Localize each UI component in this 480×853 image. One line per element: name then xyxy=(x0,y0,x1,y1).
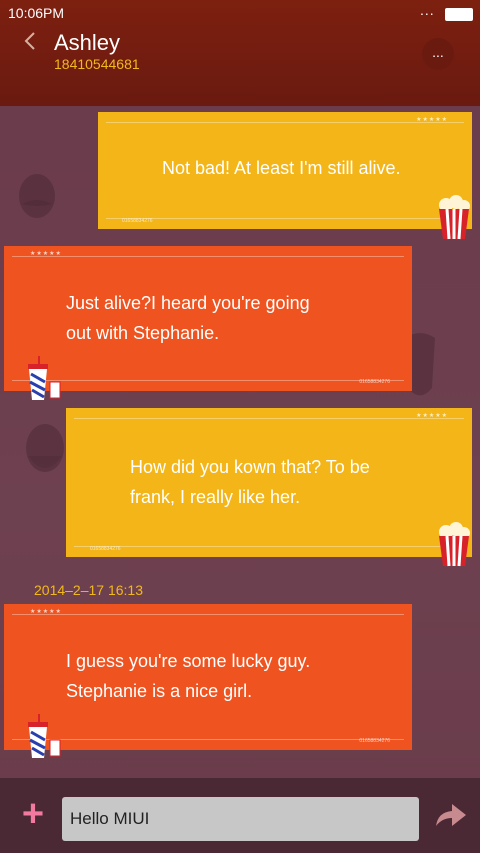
popcorn-icon xyxy=(439,522,470,567)
message-bubble-1[interactable]: ★★★★★ Not bad! At least I'm still alive.… xyxy=(98,112,472,229)
ticket-serial: 01658834276 xyxy=(122,218,153,224)
more-icon[interactable]: ... xyxy=(422,38,454,70)
ticket-stars: ★★★★★ xyxy=(30,609,62,615)
ticket-serial: 01658834276 xyxy=(359,738,390,744)
contact-name: Ashley xyxy=(54,30,121,55)
message-text-line-1: Not bad! At least I'm still alive. xyxy=(162,158,401,178)
mustache-face-deco-icon xyxy=(19,174,55,218)
ticket-stars: ★★★★★ xyxy=(416,117,448,123)
battery-icon xyxy=(445,8,473,21)
popcorn-icon xyxy=(439,195,470,240)
send-arrow-icon[interactable] xyxy=(434,802,468,830)
message-text-line-1: Just alive?I heard you're going xyxy=(66,293,310,313)
message-timestamp: 2014–2–17 16:13 xyxy=(34,582,143,598)
message-text-line-1: How did you kown that? To be xyxy=(130,457,370,477)
message-text-line-2: out with Stephanie. xyxy=(66,323,220,343)
back-arrow-icon[interactable] xyxy=(20,30,42,52)
ticket-serial: 01658834276 xyxy=(90,546,121,552)
contact-phone: 18410544681 xyxy=(54,56,140,72)
ticket-stars: ★★★★★ xyxy=(416,413,448,419)
message-text-line-2: frank, I really like her. xyxy=(130,487,301,507)
plus-icon[interactable]: + xyxy=(18,795,48,833)
ticket-stars: ★★★★★ xyxy=(30,251,62,257)
beard-face-deco-icon xyxy=(26,424,64,472)
message-input[interactable] xyxy=(62,797,419,841)
soda-cup-icon xyxy=(28,356,61,400)
message-bubble-2[interactable]: ★★★★★ Just alive?I heard you're going ou… xyxy=(4,246,412,391)
ticket-serial: 01658834276 xyxy=(359,379,390,385)
status-time: 10:06PM xyxy=(8,5,65,21)
soda-cup-icon xyxy=(28,714,61,758)
message-text-line-2: Stephanie is a nice girl. xyxy=(66,681,253,701)
message-bubble-3[interactable]: ★★★★★ How did you kown that? To be frank… xyxy=(66,408,472,557)
message-text-line-1: I guess you're some lucky guy. xyxy=(66,651,311,671)
status-bar: 10:06PM ... xyxy=(0,0,480,26)
message-bubble-4[interactable]: ★★★★★ I guess you're some lucky guy. Ste… xyxy=(4,604,412,750)
signal-dots: ... xyxy=(420,2,435,18)
